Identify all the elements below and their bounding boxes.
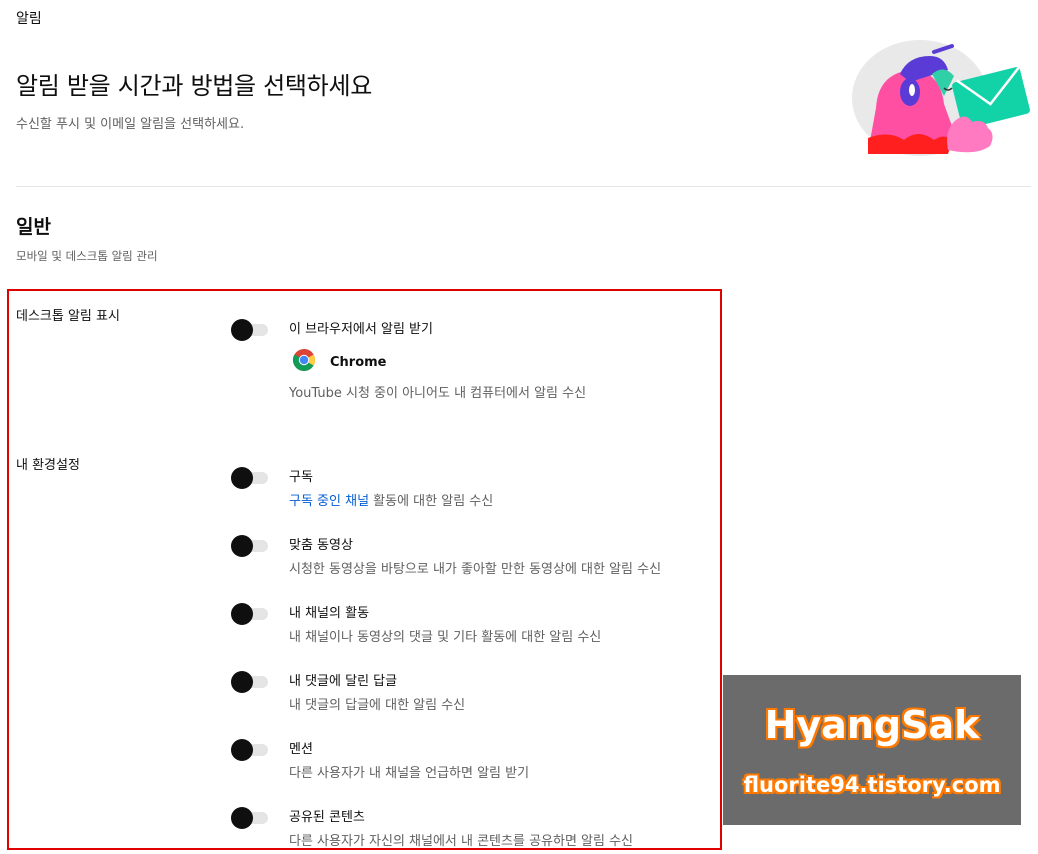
channel-activity-desc: 내 채널이나 동영상의 댓글 및 기타 활동에 대한 알림 수신: [289, 630, 602, 645]
recommended-videos-toggle[interactable]: [230, 533, 270, 557]
toggle-knob: [231, 807, 253, 829]
recommended-videos-title: 맞춤 동영상: [289, 538, 353, 553]
shared-content-desc: 다른 사용자가 자신의 채널에서 내 콘텐츠를 공유하면 알림 수신: [289, 834, 634, 849]
watermark: HyangSak fluorite94.tistory.com: [723, 675, 1021, 825]
general-title: 일반: [16, 216, 51, 238]
mentions-title: 멘션: [289, 742, 313, 757]
preferences-label: 내 환경설정: [16, 458, 80, 473]
subscriptions-desc: 구독 중인 채널 활동에 대한 알림 수신: [289, 490, 493, 509]
comment-replies-toggle[interactable]: [230, 669, 270, 693]
toggle-knob: [231, 671, 253, 693]
chrome-icon: [292, 348, 316, 376]
mentions-desc: 다른 사용자가 내 채널을 언급하면 알림 받기: [289, 766, 530, 781]
divider: [16, 186, 1031, 187]
mentions-toggle[interactable]: [230, 737, 270, 761]
comment-replies-desc: 내 댓글의 답글에 대한 알림 수신: [289, 698, 466, 713]
toggle-knob: [231, 535, 253, 557]
watermark-url: fluorite94.tistory.com: [743, 773, 1001, 797]
browser-notifications-title: 이 브라우저에서 알림 받기: [289, 322, 433, 337]
browser-notifications-desc: YouTube 시청 중이 아니어도 내 컴퓨터에서 알림 수신: [289, 386, 587, 401]
subscriptions-desc-text: 활동에 대한 알림 수신: [369, 494, 494, 509]
subscribed-channels-link[interactable]: 구독 중인 채널: [289, 494, 369, 509]
watermark-title: HyangSak: [764, 703, 980, 747]
comment-replies-title: 내 댓글에 달린 답글: [289, 674, 398, 689]
section-title: 알림: [16, 11, 42, 27]
channel-activity-title: 내 채널의 활동: [289, 606, 370, 621]
subscriptions-toggle[interactable]: [230, 465, 270, 489]
shared-content-toggle[interactable]: [230, 805, 270, 829]
browser-name: Chrome: [330, 354, 387, 370]
page-subtitle: 수신할 푸시 및 이메일 알림을 선택하세요.: [16, 117, 245, 132]
browser-row: Chrome: [292, 349, 387, 375]
recommended-videos-desc: 시청한 동영상을 바탕으로 내가 좋아할 만한 동영상에 대한 알림 수신: [289, 562, 662, 577]
shared-content-title: 공유된 콘텐츠: [289, 810, 365, 825]
toggle-knob: [231, 603, 253, 625]
toggle-knob: [231, 467, 253, 489]
general-subtitle: 모바일 및 데스크톱 알림 관리: [16, 249, 158, 263]
desktop-notifications-label: 데스크톱 알림 표시: [16, 309, 120, 324]
toggle-knob: [231, 319, 253, 341]
toggle-knob: [231, 739, 253, 761]
notification-illustration: [848, 34, 1032, 158]
subscriptions-title: 구독: [289, 470, 313, 485]
page-title: 알림 받을 시간과 방법을 선택하세요: [16, 72, 373, 100]
desktop-notifications-toggle[interactable]: [230, 317, 270, 341]
channel-activity-toggle[interactable]: [230, 601, 270, 625]
